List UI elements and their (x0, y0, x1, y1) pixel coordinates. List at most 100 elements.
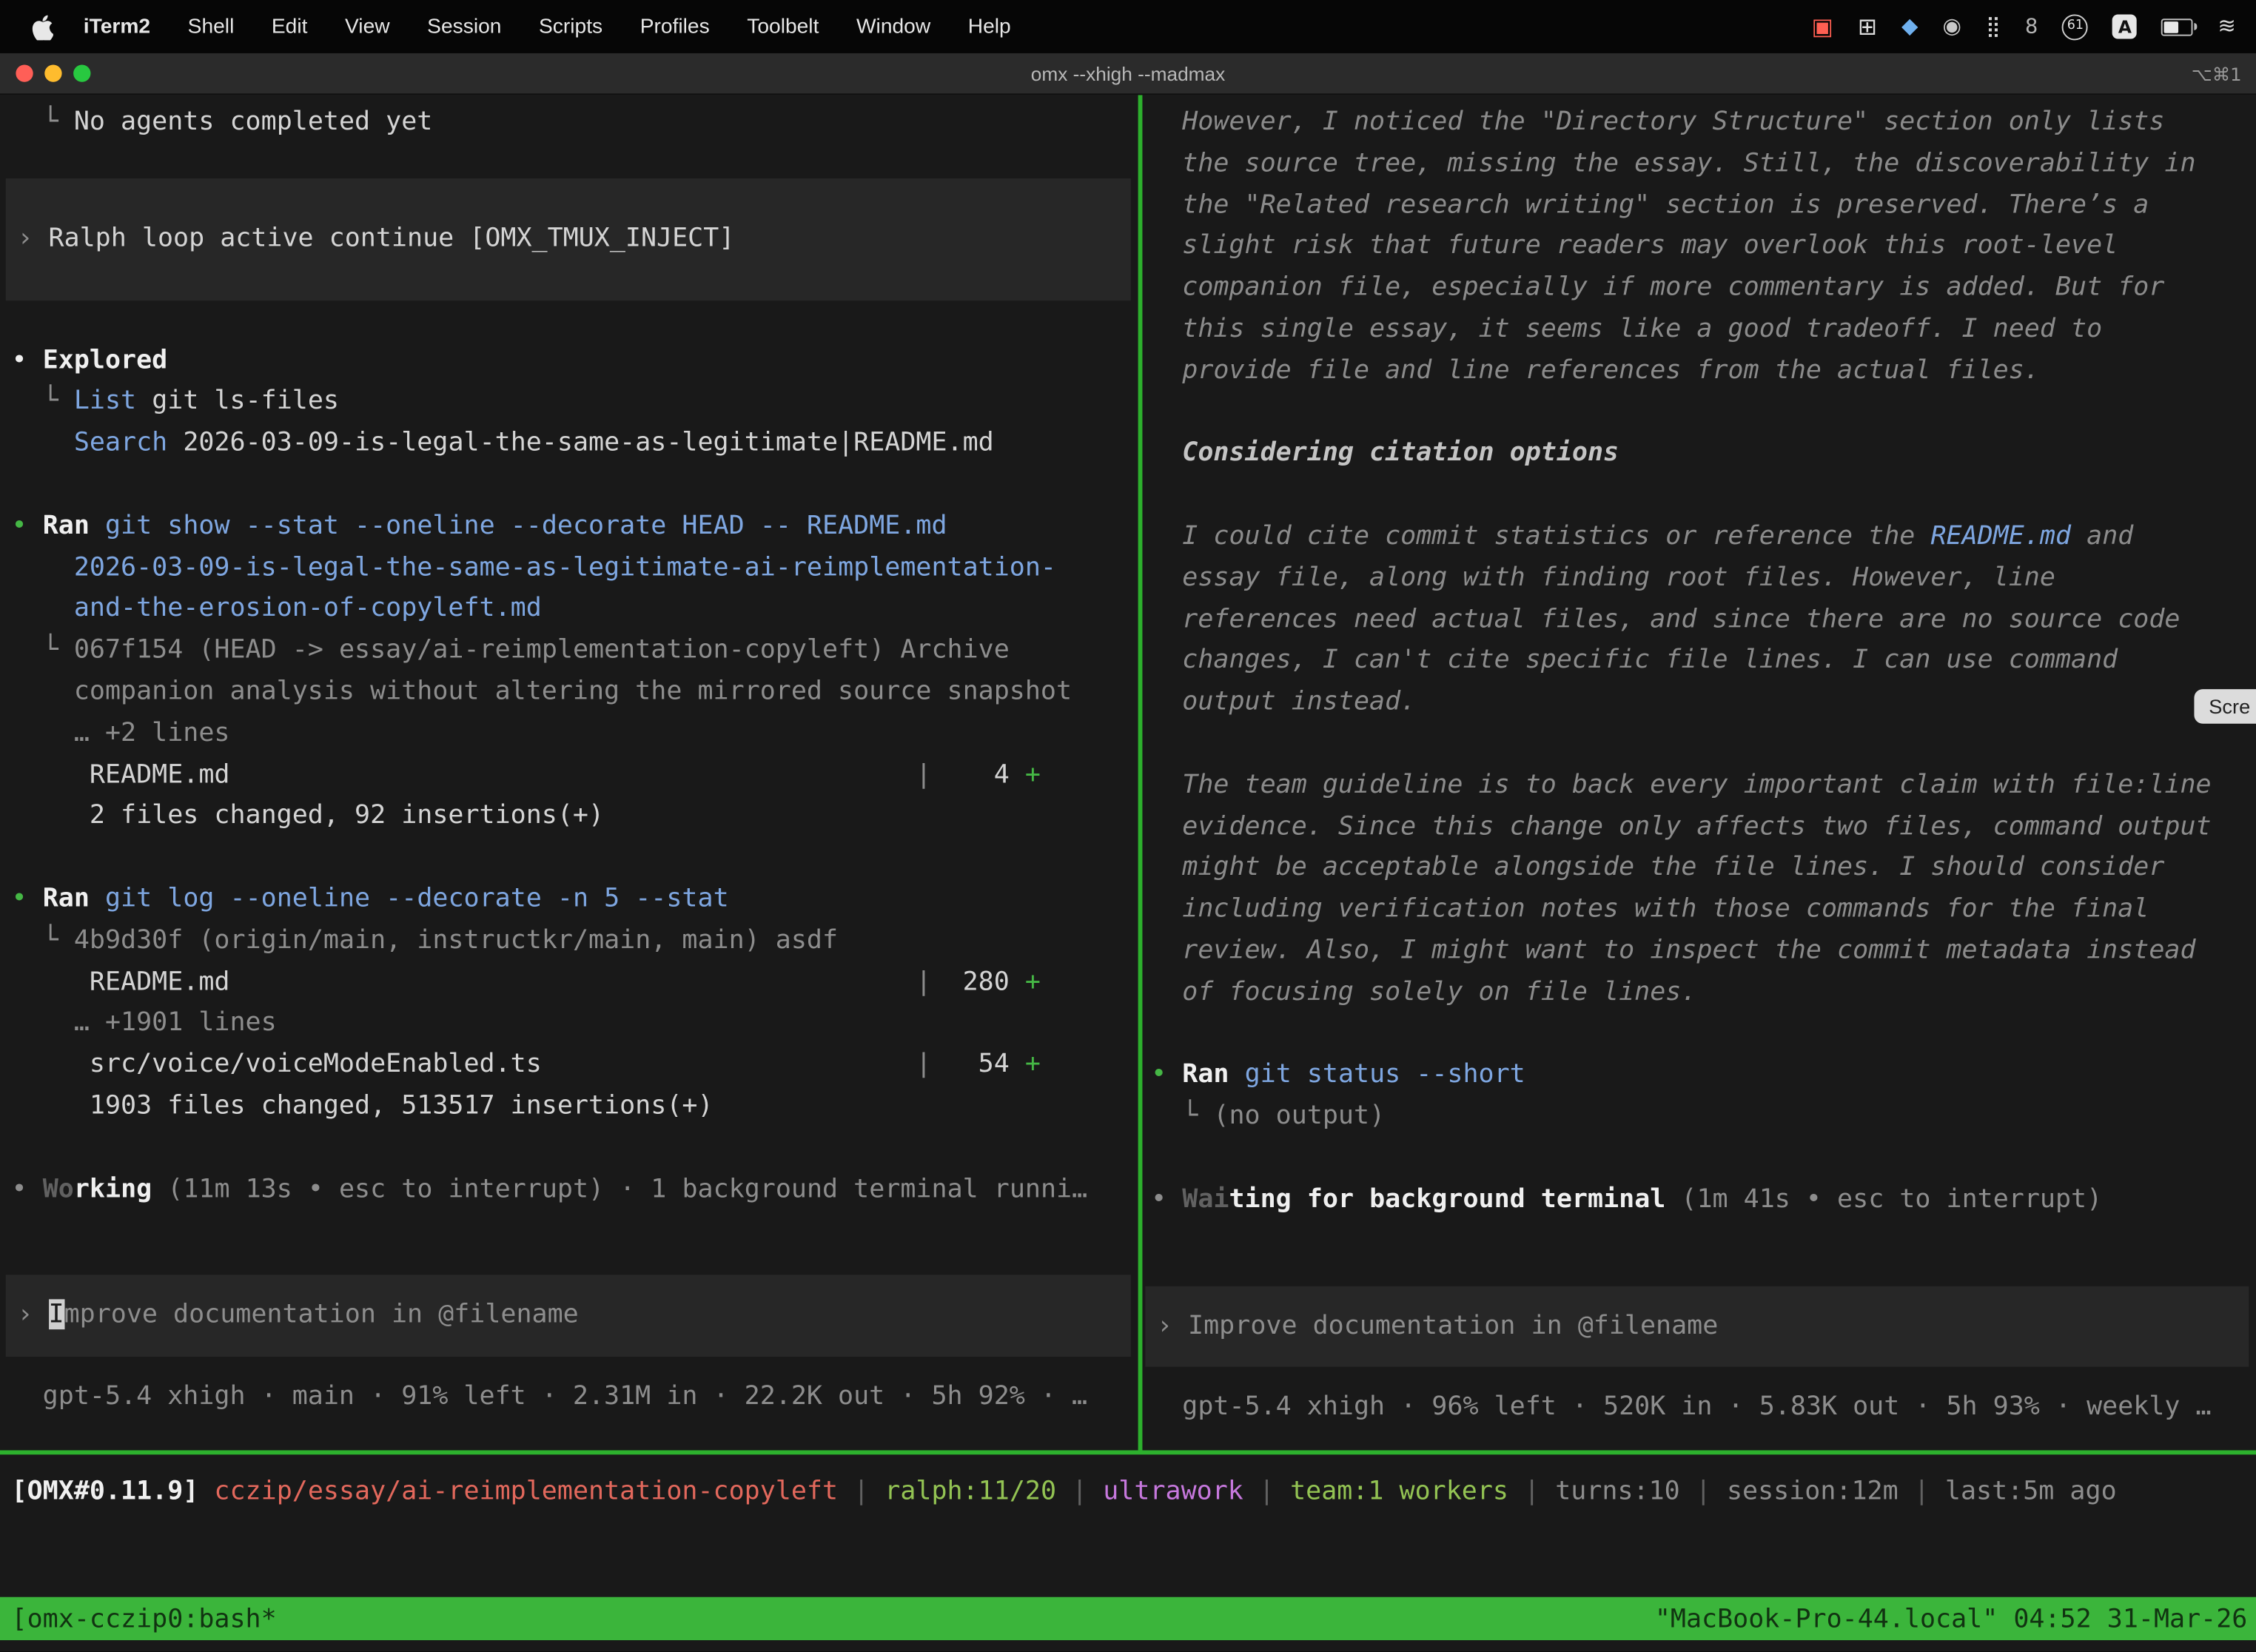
text-segment: 2026-03-09-is-legal-the-same-as-legitima… (74, 552, 1056, 582)
text-segment: | (916, 966, 931, 996)
terminal-line: README.md | 4 + (12, 755, 1138, 796)
text-segment: › (1157, 1310, 1188, 1340)
apple-menu-icon[interactable] (32, 13, 53, 39)
text-segment: 4 (931, 759, 1024, 790)
blank-line (1151, 1138, 2256, 1179)
terminal-line: Search 2026-03-09-is-legal-the-same-as-l… (12, 423, 1138, 465)
text-segment: └ (12, 635, 74, 665)
text-segment: | (1243, 1476, 1290, 1506)
text-segment: git show --stat --oneline --decorate HEA… (105, 511, 947, 541)
text-segment: README.md (1930, 521, 2071, 551)
terminal-line: • Working (11m 13s • esc to interrupt) ·… (12, 1169, 1138, 1210)
battery-icon[interactable] (2162, 18, 2194, 35)
text-segment: … +2 lines (12, 718, 230, 748)
text-segment: › (17, 1300, 48, 1330)
terminal-right-pane[interactable]: However, I noticed the "Directory Struct… (1142, 95, 2256, 1450)
menu-item-app-name[interactable]: iTerm2 (64, 15, 169, 38)
terminal-line: I could cite commit statistics or refere… (1151, 517, 2256, 558)
text-segment: of focusing solely on file lines. (1151, 976, 1696, 1007)
text-segment: | (838, 1476, 884, 1506)
window-tile-icon[interactable]: ⊞ (1858, 15, 1877, 38)
terminal-line: might be acceptable alongside the file l… (1151, 848, 2256, 890)
app-icon-round[interactable]: ◉ (1943, 16, 1961, 37)
terminal-line: and-the-erosion-of-copyleft.md (12, 589, 1138, 631)
menu-item-help[interactable]: Help (949, 15, 1030, 38)
text-segment: └ (12, 386, 74, 417)
menu-item-shell[interactable]: Shell (169, 15, 252, 38)
text-segment: • (12, 1173, 43, 1203)
text-segment: + (1025, 966, 1041, 996)
menu-item-toolbelt[interactable]: Toolbelt (728, 15, 838, 38)
blank-line (1151, 392, 2256, 434)
text-segment (90, 883, 105, 913)
input-source-badge[interactable]: A (2112, 14, 2137, 38)
terminal-line: evidence. Since this change only affects… (1151, 807, 2256, 848)
text-segment (12, 428, 74, 458)
terminal-line: • Ran git status --short (1151, 1055, 2256, 1097)
text-segment: output instead. (1151, 687, 1416, 717)
screen-recording-icon[interactable]: ▣ (1811, 15, 1833, 38)
blank-line (1151, 724, 2256, 765)
text-segment: Explored (43, 345, 168, 375)
menu-item-view[interactable]: View (326, 15, 409, 38)
text-segment: this single essay, it seems like a good … (1151, 314, 2102, 344)
prompt-input-box[interactable]: › Improve documentation in @filename (6, 1275, 1131, 1357)
text-segment (90, 511, 105, 541)
wifi-icon[interactable]: ≋ (2218, 16, 2235, 37)
screen-overlay-badge[interactable]: Scre (2195, 689, 2256, 724)
pane-status-line: gpt-5.4 xhigh · main · 91% left · 2.31M … (12, 1377, 1138, 1419)
blank-line (1151, 475, 2256, 517)
dots-grid-icon[interactable]: ⣿ (1986, 16, 2001, 36)
close-button[interactable] (16, 64, 33, 81)
zoom-button[interactable] (73, 64, 90, 81)
text-segment: gpt-5.4 xhigh · 96% left · 520K in · 5.8… (1151, 1391, 2212, 1422)
text-segment: | (1508, 1476, 1555, 1506)
menu-item-window[interactable]: Window (838, 15, 950, 38)
text-segment: companion file, especially if more comme… (1151, 272, 2164, 303)
text-segment: • (12, 511, 43, 541)
stat-icon[interactable]: 8 (2025, 16, 2038, 36)
text-segment: including verification notes with those … (1151, 893, 2149, 924)
terminal-line: output instead. (1151, 682, 2256, 724)
minimize-button[interactable] (44, 64, 61, 81)
terminal-left-pane[interactable]: └ No agents completed yet› Ralph loop ac… (0, 95, 1138, 1450)
text-segment: git ls-files (136, 386, 339, 417)
terminal-line: references need actual files, and since … (1151, 600, 2256, 641)
tmux-host-time: "MacBook-Pro-44.local" 04:52 31-Mar-26 (1655, 1603, 2248, 1633)
terminal-line: └ No agents completed yet (12, 102, 1138, 144)
menu-item-scripts[interactable]: Scripts (520, 15, 622, 38)
battery-percent-badge[interactable]: 61 (2062, 13, 2088, 39)
window-controls (0, 64, 90, 81)
text-segment: Ran (43, 883, 90, 913)
text-segment: team:1 workers (1290, 1476, 1508, 1506)
pane-status-line: gpt-5.4 xhigh · 96% left · 520K in · 5.8… (1151, 1388, 2256, 1429)
text-segment (1229, 1059, 1244, 1089)
menu-item-session[interactable]: Session (409, 15, 520, 38)
text-segment: README.md (12, 759, 916, 790)
text-segment: Wai (1182, 1183, 1229, 1214)
text-segment: The team guideline is to back every impo… (1151, 770, 2212, 800)
terminal-line: including verification notes with those … (1151, 890, 2256, 931)
text-segment: However, I noticed the "Directory Struct… (1151, 107, 2164, 137)
prompt-input-box[interactable]: › Improve documentation in @filename (1145, 1286, 2249, 1367)
text-segment: [OMX#0.11.9] (12, 1476, 215, 1506)
window-title-bar[interactable]: omx --xhigh --madmax ⌥⌘1 (0, 53, 2256, 95)
text-segment: Ran (1182, 1059, 1229, 1089)
menu-item-edit[interactable]: Edit (253, 15, 326, 38)
text-segment (12, 594, 74, 624)
text-segment: (no output) (1213, 1101, 1385, 1131)
terminal-line: this single essay, it seems like a good … (1151, 309, 2256, 351)
text-segment: and-the-erosion-of-copyleft.md (74, 594, 542, 624)
terminal-line: However, I noticed the "Directory Struct… (1151, 102, 2256, 144)
app-icon-blue[interactable]: ◆ (1901, 16, 1918, 37)
text-segment: … +1901 lines (12, 1007, 277, 1038)
menu-item-profiles[interactable]: Profiles (621, 15, 728, 38)
blank-line (12, 465, 1138, 506)
text-segment: | (1680, 1476, 1727, 1506)
text-segment (12, 552, 74, 582)
text-segment: 067f154 (HEAD -> essay/ai-reimplementati… (74, 635, 1010, 665)
text-segment: + (1025, 1049, 1041, 1079)
text-segment: README.md (12, 966, 916, 996)
text-segment: | (916, 759, 931, 790)
text-segment: cczip/essay/ai-reimplementation-copyleft (214, 1476, 838, 1506)
